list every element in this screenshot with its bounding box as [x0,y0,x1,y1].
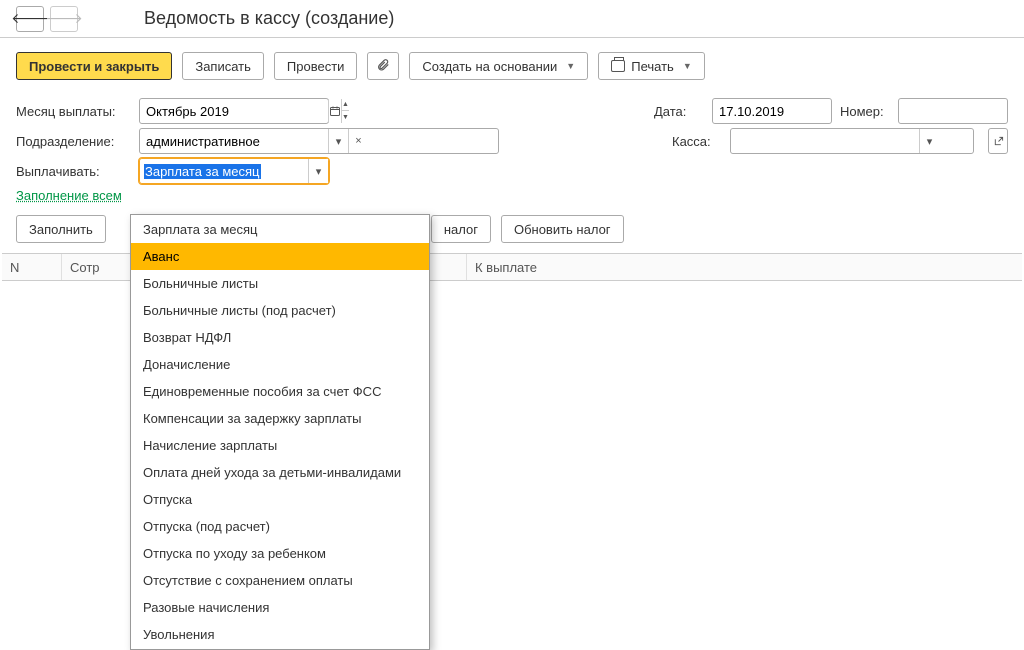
fill-button[interactable]: Заполнить [16,215,106,243]
post-button[interactable]: Провести [274,52,358,80]
date-input[interactable] [712,98,832,124]
update-tax-button[interactable]: Обновить налог [501,215,624,243]
nav-forward-button[interactable]: 🡒 [50,6,78,32]
col-to-pay[interactable]: К выплате [467,254,1022,280]
row-month-date: Месяц выплаты: ▲ ▼ Дата: [16,98,1008,124]
fill-all-link[interactable]: Заполнение всем [16,188,122,203]
dropdown-item[interactable]: Компенсации за задержку зарплаты [131,405,429,432]
open-cash-button[interactable] [988,128,1008,154]
cash-field[interactable] [731,129,919,153]
chevron-down-icon: ▼ [683,61,692,71]
page: 🡐 🡒 Ведомость в кассу (создание) Провест… [0,0,1024,644]
dropdown-item[interactable]: Оплата дней ухода за детьми-инвалидами [131,459,429,486]
clear-icon[interactable]: × [348,129,368,153]
pay-input[interactable]: Зарплата за месяц ▾ [139,158,329,184]
create-based-on-button[interactable]: Создать на основании ▼ [409,52,588,80]
number-input[interactable] [898,98,1008,124]
dropdown-item[interactable]: Разовые начисления [131,594,429,621]
number-field[interactable] [899,99,1024,123]
nav-back-button[interactable]: 🡐 [16,6,44,32]
chevron-down-icon: ▼ [566,61,575,71]
paperclip-icon [376,58,390,75]
chevron-down-icon[interactable]: ▾ [328,129,348,153]
stepper-down-icon[interactable]: ▼ [341,111,349,123]
toolbar: Провести и закрыть Записать Провести Соз… [0,38,1024,90]
dropdown-item[interactable]: Отпуска (под расчет) [131,513,429,540]
number-label: Номер: [840,104,890,119]
row-pay: Выплачивать: Зарплата за месяц ▾ [16,158,1008,184]
stepper-up-icon[interactable]: ▲ [341,99,349,111]
print-button[interactable]: Печать ▼ [598,52,705,80]
chevron-down-icon[interactable]: ▾ [919,129,939,153]
row-link: Заполнение всем [16,188,1008,203]
month-stepper[interactable]: ▲ ▼ [341,99,349,123]
save-button[interactable]: Записать [182,52,264,80]
dropdown-item[interactable]: Больничные листы (под расчет) [131,297,429,324]
pay-dropdown[interactable]: Зарплата за месяцАвансБольничные листыБо… [130,214,430,650]
dropdown-item[interactable]: Возврат НДФЛ [131,324,429,351]
dropdown-item[interactable]: Единовременные пособия за счет ФСС [131,378,429,405]
month-input[interactable]: ▲ ▼ [139,98,329,124]
cash-label: Касса: [672,134,722,149]
dropdown-item[interactable]: Аванс [131,243,429,270]
dept-label: Подразделение: [16,134,131,149]
chevron-down-icon[interactable]: ▾ [308,159,328,183]
calendar-icon[interactable] [328,99,341,123]
dept-input[interactable]: ▾ × [139,128,499,154]
printer-icon [611,60,625,72]
month-label: Месяц выплаты: [16,104,131,119]
date-label: Дата: [654,104,704,119]
attach-button[interactable] [367,52,399,80]
dropdown-item[interactable]: Отпуска по уходу за ребенком [131,540,429,567]
form: Месяц выплаты: ▲ ▼ Дата: [0,90,1024,203]
dropdown-item[interactable]: Отсутствие с сохранением оплаты [131,567,429,594]
dropdown-item[interactable]: Доначисление [131,351,429,378]
create-based-on-label: Создать на основании [422,59,557,74]
tax-button[interactable]: налог [431,215,491,243]
dropdown-item[interactable]: Начисление зарплаты [131,432,429,459]
pay-value-selected: Зарплата за месяц [144,164,261,179]
page-title: Ведомость в кассу (создание) [144,8,394,29]
print-label: Печать [631,59,674,74]
row-dept-cash: Подразделение: ▾ × Касса: ▾ [16,128,1008,154]
dropdown-item[interactable]: Отпуска [131,486,429,513]
dept-field[interactable] [140,129,328,153]
pay-label: Выплачивать: [16,164,131,179]
month-field[interactable] [140,99,328,123]
post-and-close-button[interactable]: Провести и закрыть [16,52,172,80]
top-nav: 🡐 🡒 Ведомость в кассу (создание) [0,0,1024,38]
dropdown-item[interactable]: Зарплата за месяц [131,216,429,243]
dropdown-item[interactable]: Больничные листы [131,270,429,297]
col-n[interactable]: N [2,254,62,280]
cash-input[interactable]: ▾ [730,128,974,154]
